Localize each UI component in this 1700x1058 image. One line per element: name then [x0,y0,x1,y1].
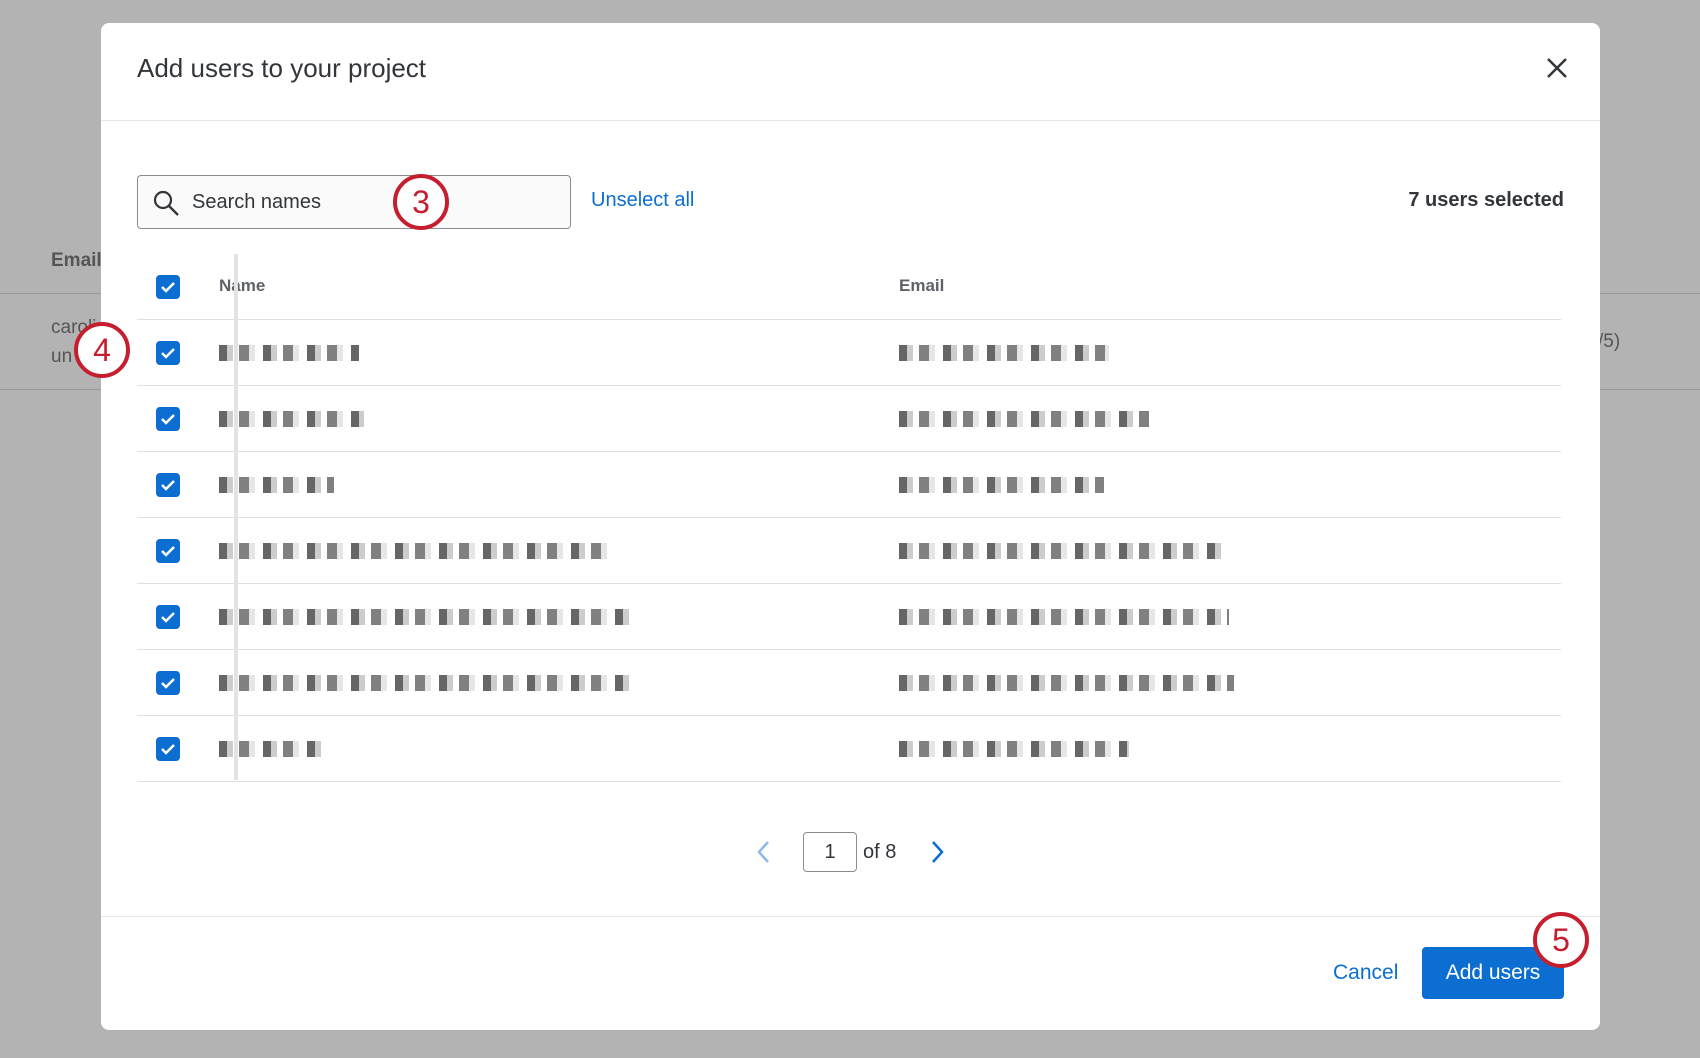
redacted-name [219,543,614,559]
checkmark-icon [160,544,176,558]
table-row[interactable] [137,518,1561,584]
close-button[interactable] [1544,55,1570,81]
table-row[interactable] [137,584,1561,650]
column-separator [234,254,238,780]
row-checkbox[interactable] [156,407,180,431]
checkmark-icon [160,610,176,624]
page-input[interactable] [803,832,857,872]
search-input[interactable] [192,176,552,228]
checkmark-icon [160,346,176,360]
add-users-dialog: Add users to your project Unselect all 7… [101,23,1600,1030]
chevron-right-icon[interactable] [931,840,945,864]
checkmark-icon [160,742,176,756]
redacted-email [899,477,1104,493]
redacted-name [219,345,359,361]
table-row[interactable] [137,320,1561,386]
background-email-header: Email [51,250,102,272]
redacted-email [899,741,1129,757]
checkmark-icon [160,676,176,690]
table-row[interactable] [137,452,1561,518]
checkmark-icon [160,412,176,426]
redacted-email [899,609,1229,625]
dialog-title: Add users to your project [137,53,426,84]
table-header: Name Email [137,254,1561,320]
cancel-button[interactable]: Cancel [1333,961,1398,985]
redacted-name [219,411,364,427]
chevron-left-icon[interactable] [756,840,770,864]
background-right-text: /5) [1598,331,1620,353]
table-row[interactable] [137,716,1561,782]
close-icon [1544,55,1570,81]
annotation-marker-5: 5 [1533,912,1589,968]
column-header-name[interactable]: Name [219,276,265,296]
row-checkbox[interactable] [156,737,180,761]
footer-divider [101,916,1600,917]
search-box[interactable] [137,175,571,229]
row-checkbox[interactable] [156,539,180,563]
unselect-all-link[interactable]: Unselect all [591,189,694,212]
search-icon [152,189,180,217]
background-cell-line2: un [51,346,72,368]
selected-count: 7 users selected [1408,189,1564,212]
row-checkbox[interactable] [156,473,180,497]
redacted-email [899,675,1234,691]
checkmark-icon [160,280,176,294]
annotation-marker-3: 3 [393,174,449,230]
table-row[interactable] [137,650,1561,716]
select-all-checkbox[interactable] [156,275,180,299]
redacted-name [219,675,634,691]
redacted-email [899,411,1149,427]
checkmark-icon [160,478,176,492]
row-checkbox[interactable] [156,671,180,695]
redacted-email [899,543,1224,559]
header-divider [101,120,1600,121]
page-total: of 8 [863,841,896,864]
redacted-name [219,609,634,625]
row-checkbox[interactable] [156,605,180,629]
redacted-email [899,345,1109,361]
row-checkbox[interactable] [156,341,180,365]
column-header-email[interactable]: Email [899,276,944,296]
table-row[interactable] [137,386,1561,452]
pagination: of 8 [101,832,1600,872]
annotation-marker-4: 4 [74,322,130,378]
